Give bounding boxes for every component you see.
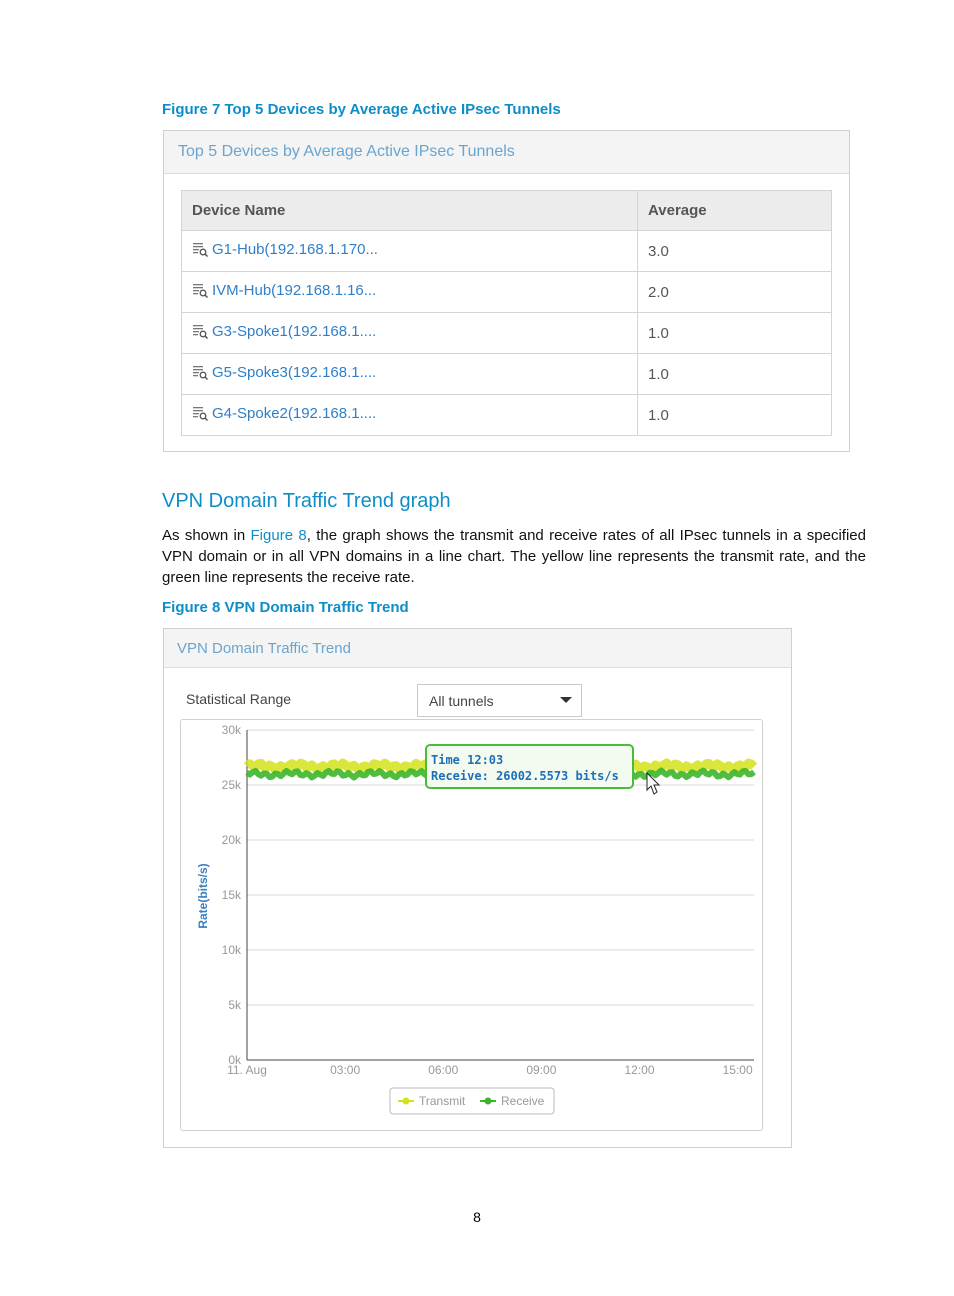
traffic-trend-panel: VPN Domain Traffic Trend Statistical Ran… <box>163 628 792 1148</box>
device-name-cell[interactable]: G1-Hub(192.168.1.170... <box>181 230 638 272</box>
tooltip-receive: Receive: 26002.5573 bits/s <box>431 769 619 783</box>
section-title: VPN Domain Traffic Trend graph <box>162 490 451 512</box>
y-tick-label: 20k <box>222 833 242 847</box>
table-row: IVM-Hub(192.168.1.16... 2.0 <box>181 271 832 313</box>
y-tick-label: 25k <box>222 778 242 792</box>
column-header-device-name[interactable]: Device Name <box>181 190 638 231</box>
x-tick-label: 11. Aug <box>227 1063 267 1077</box>
figure8-link[interactable]: Figure 8 <box>251 527 307 544</box>
device-detail-icon[interactable] <box>192 365 209 384</box>
chart-container: 0k 5k 10k 15k 20k 25k 30k 11. Aug 03:00 06:00 09:0… <box>180 719 763 1131</box>
legend-label-receive: Receive <box>501 1094 545 1108</box>
device-link[interactable]: G5-Spoke3(192.168.1.... <box>212 364 376 381</box>
x-tick-label: 09:00 <box>526 1063 556 1077</box>
device-name-cell[interactable]: G5-Spoke3(192.168.1.... <box>181 353 638 395</box>
device-name-cell[interactable]: G4-Spoke2(192.168.1.... <box>181 394 638 436</box>
device-name-cell[interactable]: IVM-Hub(192.168.1.16... <box>181 271 638 313</box>
table-row: G1-Hub(192.168.1.170... 3.0 <box>181 230 832 272</box>
device-name-cell[interactable]: G3-Spoke1(192.168.1.... <box>181 312 638 354</box>
statistical-range-label: Statistical Range <box>186 691 292 707</box>
y-tick-label: 30k <box>222 723 242 737</box>
device-detail-icon[interactable] <box>192 324 209 343</box>
device-detail-icon[interactable] <box>192 406 209 425</box>
device-link[interactable]: G3-Spoke1(192.168.1.... <box>212 323 376 340</box>
devices-table: Device Name Average G1-Hub(192.168.1.170… <box>181 190 832 436</box>
statistical-range-value: All tunnels <box>429 693 494 709</box>
device-detail-icon[interactable] <box>192 242 209 261</box>
table-header-row: Device Name Average <box>181 190 832 231</box>
page-number: 8 <box>473 1209 481 1225</box>
chart-legend: Transmit Receive <box>389 1087 555 1115</box>
x-tick-label: 06:00 <box>428 1063 458 1077</box>
y-tick-label: 5k <box>228 998 242 1012</box>
device-link[interactable]: IVM-Hub(192.168.1.16... <box>212 282 376 299</box>
chart-tooltip: Time 12:03 Receive: 26002.5573 bits/s <box>425 744 634 789</box>
table-row: G3-Spoke1(192.168.1.... 1.0 <box>181 312 832 354</box>
statistical-range-select[interactable]: All tunnels <box>417 684 582 717</box>
legend-label-transmit: Transmit <box>419 1094 466 1108</box>
column-header-average[interactable]: Average <box>637 190 832 231</box>
x-tick-label: 03:00 <box>330 1063 360 1077</box>
device-link[interactable]: G1-Hub(192.168.1.170... <box>212 241 378 258</box>
average-cell: 1.0 <box>637 312 832 354</box>
legend-marker-receive <box>484 1097 492 1105</box>
table-row: G4-Spoke2(192.168.1.... 1.0 <box>181 394 832 436</box>
legend-marker-transmit <box>402 1097 410 1105</box>
y-tick-label: 10k <box>222 943 242 957</box>
x-tick-label: 12:00 <box>625 1063 655 1077</box>
x-tick-label: 15:00 <box>723 1063 753 1077</box>
top-devices-panel: Top 5 Devices by Average Active IPsec Tu… <box>163 130 850 452</box>
chevron-down-icon[interactable] <box>560 697 572 703</box>
average-cell: 1.0 <box>637 353 832 395</box>
y-tick-label: 15k <box>222 888 242 902</box>
top-devices-panel-title: Top 5 Devices by Average Active IPsec Tu… <box>164 131 849 174</box>
y-axis-label: Rate(bits/s) <box>196 863 210 928</box>
traffic-trend-chart: 0k5k10k15k20k25k30k11. Aug 03:00 06:00 09:0… <box>196 723 758 1115</box>
para-text-start: As shown in <box>162 527 251 544</box>
average-cell: 3.0 <box>637 230 832 272</box>
traffic-trend-panel-title: VPN Domain Traffic Trend <box>164 629 791 668</box>
average-cell: 2.0 <box>637 271 832 313</box>
figure8-caption: Figure 8 VPN Domain Traffic Trend <box>162 599 409 616</box>
figure7-caption: Figure 7 Top 5 Devices by Average Active… <box>162 101 561 118</box>
tooltip-time: Time 12:03 <box>431 753 503 767</box>
section-paragraph: As shown in Figure 8, the graph shows th… <box>162 525 866 588</box>
device-link[interactable]: G4-Spoke2(192.168.1.... <box>212 405 376 422</box>
table-row: G5-Spoke3(192.168.1.... 1.0 <box>181 353 832 395</box>
device-detail-icon[interactable] <box>192 283 209 302</box>
average-cell: 1.0 <box>637 394 832 436</box>
